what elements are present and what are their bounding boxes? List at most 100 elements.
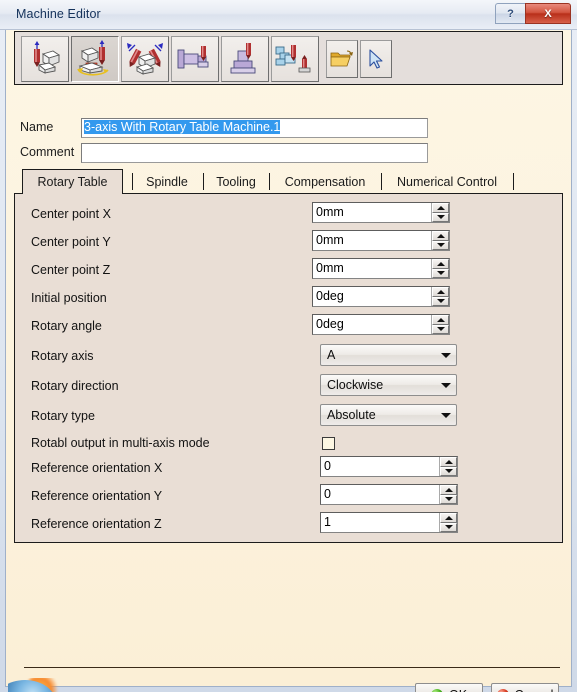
rotary-type-label: Rotary type [31, 409, 95, 423]
spin-down-button[interactable] [440, 494, 457, 504]
reference-orientation-y-spin-buttons[interactable] [439, 485, 457, 504]
spin-down-button[interactable] [432, 296, 449, 306]
chevron-down-icon [436, 243, 445, 248]
center-point-x-spin-buttons[interactable] [431, 203, 449, 222]
comment-label: Comment [20, 145, 75, 159]
spin-up-button[interactable] [440, 513, 457, 523]
initial-position-stepper[interactable]: 0deg [312, 286, 450, 307]
open-folder-icon [330, 50, 353, 67]
ok-button-label: OK [449, 688, 467, 692]
open-machine-button[interactable] [326, 40, 358, 78]
spin-up-button[interactable] [432, 315, 449, 325]
center-point-y-stepper[interactable]: 0mm [312, 230, 450, 251]
machine-type-horizontal-lathe-button[interactable] [171, 36, 219, 82]
bottom-divider [24, 667, 560, 668]
machine-type-rotary-table-button[interactable] [71, 36, 119, 82]
close-button[interactable]: X [525, 3, 571, 24]
rotary-axis-select[interactable]: A [320, 344, 457, 366]
spin-up-button[interactable] [432, 231, 449, 241]
center-point-y-spin-buttons[interactable] [431, 231, 449, 250]
tab-tooling[interactable]: Tooling [207, 171, 265, 193]
dialog-button-bar: OK Cancel [407, 683, 559, 692]
chevron-down-icon [444, 469, 453, 474]
spin-up-button[interactable] [432, 203, 449, 213]
green-orb-icon [430, 688, 443, 692]
chevron-up-icon [436, 289, 445, 294]
center-point-x-stepper[interactable]: 0mm [312, 202, 450, 223]
chevron-down-icon [436, 412, 456, 418]
dialog-body: Name 3-axis With Rotary Table Machine.1 … [5, 30, 572, 692]
tab-spindle[interactable]: Spindle [136, 171, 198, 193]
reference-orientation-y-stepper[interactable]: 0 [320, 484, 458, 505]
decorative-planet-graphic [8, 678, 66, 692]
red-orb-icon [496, 688, 509, 692]
spin-down-button[interactable] [432, 268, 449, 278]
chevron-up-icon [436, 261, 445, 266]
machine-type-5-axis-button[interactable] [121, 36, 169, 82]
initial-position-spin-buttons[interactable] [431, 287, 449, 306]
rotary-angle-label: Rotary angle [31, 319, 102, 333]
tab-rotary-table[interactable]: Rotary Table [22, 169, 123, 194]
center-point-y-label: Center point Y [31, 235, 111, 249]
spin-up-button[interactable] [432, 287, 449, 297]
center-point-y-value: 0mm [316, 233, 344, 247]
center-point-z-label: Center point Z [31, 263, 111, 277]
cursor-arrow-icon [369, 49, 383, 69]
reference-orientation-z-label: Reference orientation Z [31, 517, 162, 531]
title-bar-buttons: ? X [495, 3, 571, 24]
chevron-down-icon [444, 525, 453, 530]
spin-down-button[interactable] [432, 324, 449, 334]
rotary-type-select[interactable]: Absolute [320, 404, 457, 426]
help-button[interactable]: ? [495, 3, 525, 24]
rotabl-output-checkbox[interactable] [322, 437, 335, 450]
chevron-up-icon [444, 487, 453, 492]
cancel-button[interactable]: Cancel [491, 683, 559, 692]
tab-numerical-control[interactable]: Numerical Control [385, 171, 509, 193]
machine-type-toolbar [14, 31, 563, 85]
name-input[interactable]: 3-axis With Rotary Table Machine.1 [81, 118, 428, 138]
ok-button[interactable]: OK [415, 683, 483, 692]
initial-position-label: Initial position [31, 291, 107, 305]
reference-orientation-x-value: 0 [324, 459, 331, 473]
tab-bar: Rotary Table Spindle Tooling Compensatio… [14, 169, 563, 194]
rotary-angle-stepper[interactable]: 0deg [312, 314, 450, 335]
center-point-x-label: Center point X [31, 207, 111, 221]
spin-down-button[interactable] [440, 522, 457, 532]
rotary-direction-select[interactable]: Clockwise [320, 374, 457, 396]
reference-orientation-z-spin-buttons[interactable] [439, 513, 457, 532]
rotary-type-value: Absolute [327, 408, 376, 422]
reference-orientation-y-value: 0 [324, 487, 331, 501]
chevron-down-icon [436, 299, 445, 304]
tab-compensation[interactable]: Compensation [273, 171, 377, 193]
reference-orientation-z-stepper[interactable]: 1 [320, 512, 458, 533]
machine-type-3-axis-button[interactable] [21, 36, 69, 82]
spin-down-button[interactable] [432, 212, 449, 222]
spin-down-button[interactable] [440, 466, 457, 476]
spin-up-button[interactable] [432, 259, 449, 269]
chevron-up-icon [436, 233, 445, 238]
spin-up-button[interactable] [440, 485, 457, 495]
horizontal-lathe-icon [177, 46, 209, 69]
chevron-down-icon [436, 215, 445, 220]
machine-editor-window: Machine Editor ? X Name 3-axis With Rota… [0, 0, 577, 692]
spin-down-button[interactable] [432, 240, 449, 250]
machine-type-multi-slide-lathe-button[interactable] [271, 36, 319, 82]
center-point-z-stepper[interactable]: 0mm [312, 258, 450, 279]
title-bar: Machine Editor ? X [0, 0, 577, 30]
three-axis-machine-icon [34, 41, 61, 74]
rotary-table-panel: Center point X 0mm Center point Y 0mm Ce… [14, 193, 563, 543]
comment-input[interactable] [81, 143, 428, 163]
multi-slide-lathe-icon [275, 45, 311, 73]
chevron-down-icon [436, 382, 456, 388]
five-axis-machine-icon [127, 43, 163, 75]
rotary-angle-spin-buttons[interactable] [431, 315, 449, 334]
machine-type-vertical-lathe-button[interactable] [221, 36, 269, 82]
select-machine-button[interactable] [360, 40, 392, 78]
reference-orientation-y-label: Reference orientation Y [31, 489, 163, 503]
chevron-down-icon [436, 271, 445, 276]
rotary-table-machine-icon [77, 40, 109, 76]
reference-orientation-x-spin-buttons[interactable] [439, 457, 457, 476]
reference-orientation-x-stepper[interactable]: 0 [320, 456, 458, 477]
center-point-z-spin-buttons[interactable] [431, 259, 449, 278]
spin-up-button[interactable] [440, 457, 457, 467]
